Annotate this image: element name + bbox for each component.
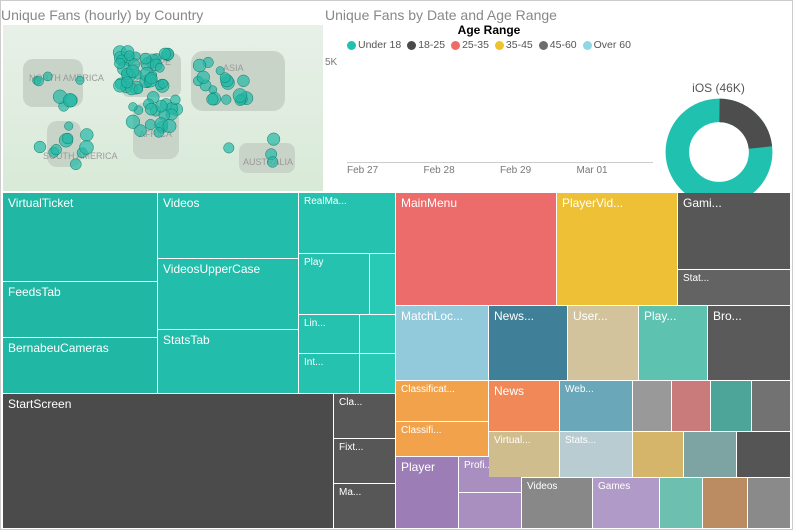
tile-virtualticket[interactable]: VirtualTicket [3, 193, 157, 281]
tile-int2[interactable] [360, 354, 395, 393]
legend: Under 1818-2525-3535-4545-60Over 60 [325, 39, 653, 51]
tile-newsdots[interactable]: News... [489, 306, 567, 380]
tile-stat[interactable]: Stat... [678, 270, 790, 305]
tile-stats[interactable]: Stats... [560, 432, 632, 477]
tile-play[interactable]: Play [299, 254, 369, 314]
tile-realma[interactable]: RealMa... [299, 193, 395, 253]
tile-feedstab[interactable]: FeedsTab [3, 282, 157, 337]
tile-bernabeu[interactable]: BernabeuCameras [3, 338, 157, 393]
tile-play2[interactable] [370, 254, 395, 314]
tile-bro[interactable]: Bro... [708, 306, 790, 380]
tile-news[interactable]: News [489, 381, 559, 431]
tile-videos2[interactable]: Videos [522, 478, 592, 528]
tile-games[interactable]: Games [593, 478, 659, 528]
tile-player[interactable]: Player [396, 457, 458, 528]
map-chart[interactable]: NORTH AMERICA SOUTH AMERICA AFRICA EUROP… [3, 25, 323, 191]
tile-playdots[interactable]: Play... [639, 306, 707, 380]
tile-videos[interactable]: Videos [158, 193, 298, 258]
tile-playervid[interactable]: PlayerVid... [557, 193, 677, 305]
legend-title: Age Range [325, 23, 653, 37]
bar-title: Unique Fans by Date and Age Range [325, 7, 653, 23]
label-as: ASIA [223, 63, 244, 73]
treemap[interactable]: VirtualTicket FeedsTab BernabeuCameras V… [3, 193, 790, 527]
tile-virtual[interactable]: Virtual... [489, 432, 559, 477]
tile-cla[interactable]: Cla... [334, 394, 395, 438]
tile-fixt[interactable]: Fixt... [334, 439, 395, 483]
tile-lin2[interactable] [360, 315, 395, 353]
tile-mainmenu[interactable]: MainMenu [396, 193, 556, 305]
tile-startscreen[interactable]: StartScreen [3, 394, 333, 528]
tile-lin[interactable]: Lin... [299, 315, 359, 353]
y-tick: 5K [325, 57, 337, 68]
tile-user[interactable]: User... [568, 306, 638, 380]
tile-videosupper[interactable]: VideosUpperCase [158, 259, 298, 329]
tile-gami[interactable]: Gami... [678, 193, 790, 269]
tile-int[interactable]: Int... [299, 354, 359, 393]
tile-ma[interactable]: Ma... [334, 484, 395, 528]
map-title: Unique Fans (hourly) by Country [1, 7, 203, 23]
tile-matchloc[interactable]: MatchLoc... [396, 306, 488, 380]
tile-web[interactable]: Web... [560, 381, 632, 431]
bar-chart-panel[interactable]: Unique Fans by Date and Age Range Age Ra… [325, 7, 653, 191]
donut-ios-label: iOS (46K) [651, 81, 786, 95]
tile-statstab[interactable]: StatsTab [158, 330, 298, 393]
tile-classifi[interactable]: Classifi... [396, 422, 488, 456]
tile-classificat[interactable]: Classificat... [396, 381, 488, 421]
